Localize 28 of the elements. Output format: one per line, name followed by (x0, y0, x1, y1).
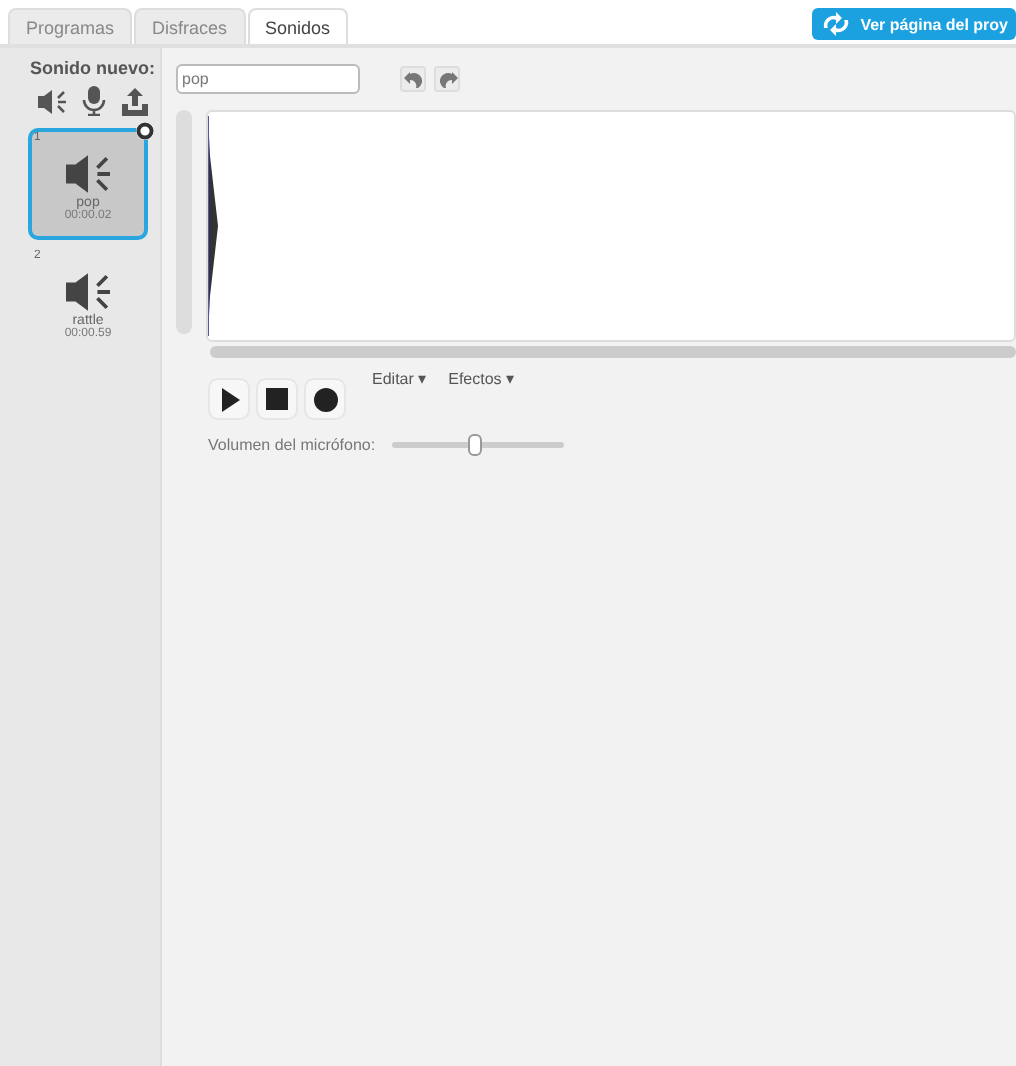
scrollbar[interactable] (210, 346, 1016, 358)
play-button[interactable] (208, 378, 250, 420)
redo-icon (437, 69, 457, 89)
speaker-icon (60, 152, 116, 196)
undo-icon (403, 69, 423, 89)
slider-thumb[interactable] (467, 434, 482, 456)
undo-button[interactable] (400, 66, 426, 92)
record-button[interactable] (304, 378, 346, 420)
redo-button[interactable] (434, 66, 460, 92)
stop-icon (266, 388, 288, 410)
speaker-icon[interactable] (36, 87, 68, 115)
menu-button[interactable]: Efectos ▾ (440, 370, 523, 388)
tab[interactable]: Programas (8, 8, 133, 44)
record-icon (313, 387, 337, 411)
upload-icon[interactable] (120, 87, 150, 115)
mic-volume-label: Volumen del micrófono: (208, 436, 376, 454)
sidebar-title: Sonido nuevo: (28, 58, 155, 78)
microphone-icon[interactable] (82, 86, 106, 116)
play-icon (219, 387, 239, 411)
stop-button[interactable] (256, 378, 298, 420)
menu-button[interactable]: Editar ▾ (364, 370, 435, 388)
tab[interactable]: Sonidos (247, 8, 349, 44)
project-page-button[interactable]: Ver página del proy (812, 8, 1016, 40)
speaker-icon (60, 270, 116, 314)
sound-name-field[interactable]: pop (176, 64, 360, 94)
info-icon[interactable] (136, 122, 154, 140)
arrows-icon (820, 12, 853, 36)
tab[interactable]: Disfraces (134, 8, 246, 44)
